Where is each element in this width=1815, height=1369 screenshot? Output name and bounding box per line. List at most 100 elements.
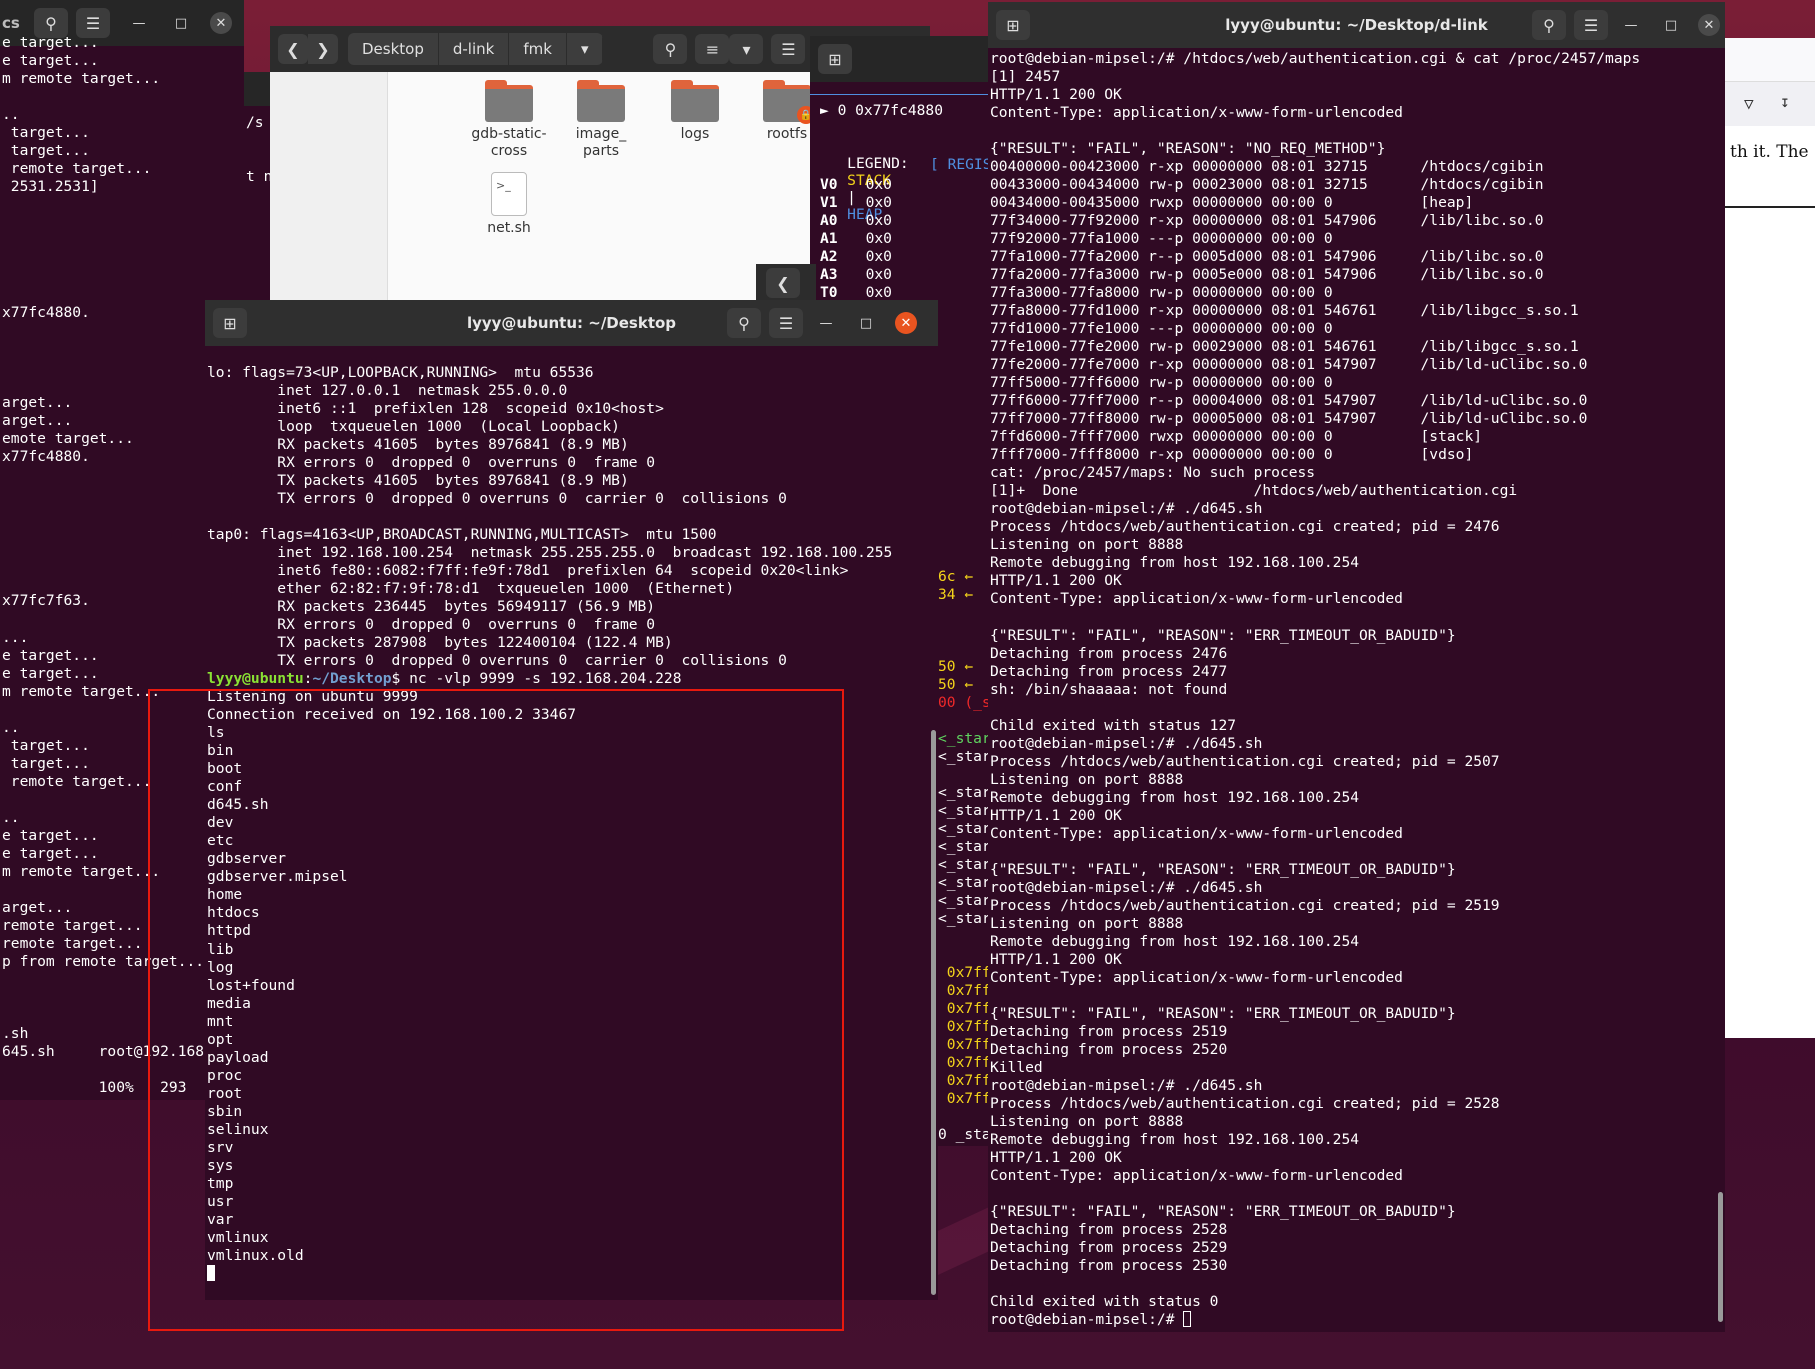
gdb-register-list: V0 0x0 V1 0x0 A0 0x0 A1 0x0 A2 0x0 A3 0x0 T0 0x0 bbox=[820, 176, 892, 302]
minimize-icon[interactable]: — bbox=[1620, 14, 1642, 36]
breadcrumb-item[interactable]: Desktop bbox=[348, 33, 439, 65]
terminal-line: 77ff6000-77ff7000 r--p 00004000 08:01 54… bbox=[990, 392, 1588, 410]
chevron-left-icon[interactable]: ❮ bbox=[278, 34, 308, 64]
right-terminal-window[interactable]: ⊞ lyyy@ubuntu: ~/Desktop/d-link ⚲ ☰ — □ … bbox=[988, 2, 1725, 1332]
gdb-fragment: 0x7ff bbox=[938, 1090, 988, 1107]
main-terminal-output[interactable]: lo: flags=73<UP,LOOPBACK,RUNNING> mtu 65… bbox=[205, 364, 938, 1300]
terminal-line: target... bbox=[2, 124, 90, 142]
terminal-line: sbin bbox=[207, 1102, 243, 1120]
right-terminal-output[interactable]: root@debian-mipsel:/# /htdocs/web/authen… bbox=[988, 50, 1725, 1332]
terminal-line: tap0: flags=4163<UP,BROADCAST,RUNNING,MU… bbox=[207, 526, 717, 544]
terminal-line: cat: /proc/2457/maps: No such process bbox=[990, 464, 1316, 482]
hamburger-menu-icon[interactable]: ☰ bbox=[769, 308, 803, 338]
pocket-icon[interactable]: ▽ bbox=[1744, 94, 1754, 113]
terminal-line: Child exited with status 0 bbox=[990, 1293, 1219, 1311]
terminal-line: Detaching from process 2476 bbox=[990, 644, 1228, 662]
file-net-sh[interactable]: >_ net.sh bbox=[464, 172, 554, 237]
minimize-icon[interactable]: — bbox=[815, 312, 837, 334]
terminal-line: Process /htdocs/web/authentication.cgi c… bbox=[990, 896, 1500, 914]
maximize-icon[interactable]: □ bbox=[170, 12, 192, 34]
terminal-line: TX errors 0 dropped 0 overruns 0 carrier… bbox=[207, 652, 787, 670]
terminal-line: httpd bbox=[207, 922, 251, 940]
terminal-line: loop txqueuelen 1000 (Local Loopback) bbox=[207, 418, 620, 436]
register-row: V1 0x0 bbox=[820, 194, 892, 212]
browser-page-text: th it. The bbox=[1730, 142, 1809, 162]
new-tab-icon[interactable]: ⊞ bbox=[996, 10, 1030, 40]
terminal-line: log bbox=[207, 958, 234, 976]
terminal-line: 77f34000-77f92000 r-xp 00000000 08:01 54… bbox=[990, 212, 1544, 230]
terminal-line: Remote debugging from host 192.168.100.2… bbox=[990, 1130, 1360, 1148]
terminal-line: target... bbox=[2, 142, 90, 160]
register-name: V0 bbox=[820, 176, 838, 193]
terminal-line: Detaching from process 2529 bbox=[990, 1239, 1228, 1257]
terminal-line: [1]+ Done /htdocs/web/authentication.cgi bbox=[990, 482, 1518, 500]
chevron-left-icon[interactable]: ❮ bbox=[766, 268, 800, 298]
breadcrumb-item[interactable]: fmk bbox=[509, 33, 567, 65]
terminal-line: Listening on ubuntu 9999 bbox=[207, 688, 418, 706]
main-terminal-titlebar[interactable]: ⊞ lyyy@ubuntu: ~/Desktop ⚲ ☰ — □ ✕ bbox=[205, 300, 938, 346]
main-terminal-scrollbar[interactable] bbox=[931, 730, 936, 1295]
terminal-line: 00433000-00434000 rw-p 00023000 08:01 32… bbox=[990, 176, 1544, 194]
register-value: 0x0 bbox=[865, 266, 892, 284]
second-file-manager-window[interactable]: ❮ bbox=[756, 264, 816, 304]
terminal-line: HTTP/1.1 200 OK bbox=[990, 86, 1122, 104]
terminal-line: root@debian-mipsel:/# ./d645.sh bbox=[990, 878, 1263, 896]
close-icon[interactable]: ✕ bbox=[895, 312, 917, 334]
terminal-line: 00400000-00423000 r-xp 00000000 08:01 32… bbox=[990, 158, 1544, 176]
hamburger-menu-icon[interactable]: ☰ bbox=[1574, 10, 1608, 40]
terminal-line: 7fff7000-7fff8000 r-xp 00000000 00:00 0 … bbox=[990, 446, 1474, 464]
terminal-line: usr bbox=[207, 1192, 234, 1210]
terminal-line: e target... bbox=[2, 34, 99, 51]
breadcrumb-item[interactable]: d-link bbox=[438, 33, 510, 65]
chevron-right-icon[interactable]: ❯ bbox=[308, 34, 338, 64]
search-icon[interactable]: ⚲ bbox=[727, 308, 761, 338]
terminal-line: gdbserver.mipsel bbox=[207, 868, 348, 886]
new-tab-icon[interactable]: ⊞ bbox=[818, 44, 852, 74]
terminal-line: lost+found bbox=[207, 976, 295, 994]
terminal-line: Detaching from process 2520 bbox=[990, 1040, 1228, 1058]
folder-logs[interactable]: logs bbox=[650, 80, 740, 143]
gdb-fragment: <_star bbox=[938, 856, 988, 873]
maximize-icon[interactable]: □ bbox=[855, 312, 877, 334]
close-icon[interactable]: ✕ bbox=[1698, 14, 1720, 36]
gdb-fragment: <_star bbox=[938, 874, 988, 891]
terminal-line: Process /htdocs/web/authentication.cgi c… bbox=[990, 752, 1500, 770]
folder-icon: 🔒 bbox=[763, 80, 815, 124]
gdb-fragment: 0x7ff bbox=[938, 1036, 988, 1053]
new-tab-icon[interactable]: ⊞ bbox=[213, 308, 247, 338]
terminal-line: {"RESULT": "FAIL", "REASON": "ERR_TIMEOU… bbox=[990, 1203, 1456, 1220]
terminal-line: Process /htdocs/web/authentication.cgi c… bbox=[990, 1094, 1500, 1112]
gdb-fragment: <_star bbox=[938, 802, 988, 819]
terminal-line: htdocs bbox=[207, 904, 260, 922]
gdb-fragment: <_star bbox=[938, 730, 988, 747]
folder-gdb-static-cross[interactable]: gdb-static- cross bbox=[464, 80, 554, 160]
download-icon[interactable]: ↧ bbox=[1780, 92, 1790, 111]
terminal-line: 77fa3000-77fa8000 rw-p 00000000 00:00 0 bbox=[990, 284, 1333, 302]
right-terminal-scrollbar[interactable] bbox=[1718, 1192, 1723, 1322]
terminal-line: sh: /bin/shaaaaa: not found bbox=[990, 680, 1228, 698]
search-icon[interactable]: ⚲ bbox=[1532, 10, 1566, 40]
right-terminal-titlebar[interactable]: ⊞ lyyy@ubuntu: ~/Desktop/d-link ⚲ ☰ — □ … bbox=[988, 2, 1725, 48]
terminal-line: tmp bbox=[207, 1174, 234, 1192]
terminal-line: HTTP/1.1 200 OK bbox=[990, 806, 1122, 824]
terminal-line: TX packets 41605 bytes 8976841 (8.9 MB) bbox=[207, 472, 629, 490]
folder-image-parts[interactable]: image_ parts bbox=[556, 80, 646, 160]
search-icon[interactable]: ⚲ bbox=[653, 34, 688, 64]
hamburger-menu-icon[interactable]: ☰ bbox=[771, 34, 806, 64]
gdb-fragment: 00 (_s bbox=[938, 694, 988, 711]
minimize-icon[interactable]: — bbox=[128, 12, 150, 34]
terminal-line: etc bbox=[207, 832, 234, 850]
chevron-down-icon[interactable]: ▾ bbox=[566, 33, 604, 65]
terminal-line: Detaching from process 2519 bbox=[990, 1022, 1228, 1040]
main-terminal-window[interactable]: ⊞ lyyy@ubuntu: ~/Desktop ⚲ ☰ — □ ✕ lo: f… bbox=[205, 300, 938, 1300]
folder-icon bbox=[671, 80, 719, 122]
terminal-line: e target... bbox=[2, 52, 99, 70]
maximize-icon[interactable]: □ bbox=[1660, 14, 1682, 36]
list-view-icon[interactable]: ≡ bbox=[695, 34, 730, 64]
chevron-down-icon[interactable]: ▾ bbox=[729, 34, 764, 64]
close-icon[interactable]: ✕ bbox=[210, 12, 232, 34]
